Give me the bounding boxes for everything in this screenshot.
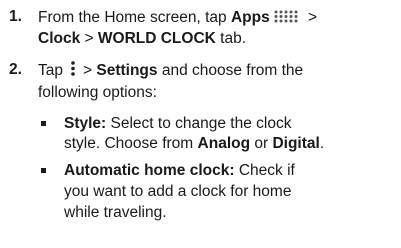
apps-label: Apps (230, 9, 270, 26)
step-1-line-2: Clock > WORLD CLOCK tab. (38, 29, 246, 48)
option-auto-line-3: while traveling. (64, 203, 167, 222)
option-style-line-1: Style: Select to change the clock (64, 114, 291, 133)
bullet (41, 168, 46, 173)
step-text: From the Home screen, tap (38, 9, 231, 26)
bullet (41, 121, 46, 126)
option-auto-line-1: Automatic home clock: Check if (64, 161, 295, 180)
option-text: or (250, 135, 273, 152)
option-text: while traveling. (64, 204, 167, 221)
settings-label: Settings (96, 62, 158, 79)
digital-label: Digital (272, 135, 320, 152)
separator: > (80, 30, 98, 47)
apps-grid-icon (274, 10, 298, 23)
step-number: 1. (9, 8, 22, 25)
vertical-dots-menu-icon (71, 61, 75, 77)
analog-label: Analog (197, 135, 251, 152)
step-2-line-1: Tap > Settings and choose from the (38, 61, 303, 80)
step-number: 2. (9, 61, 22, 78)
option-label: Automatic home clock: (64, 162, 235, 179)
option-text: Select to change the clock (106, 115, 292, 132)
step-1-line-1: From the Home screen, tap Apps > (38, 8, 317, 27)
separator: > (303, 9, 318, 26)
option-text: . (319, 135, 325, 152)
option-auto-line-2: you want to add a clock for home (64, 182, 291, 201)
option-label: Style: (64, 115, 107, 132)
step-2-line-2: following options: (38, 83, 157, 102)
step-text: following options: (38, 84, 157, 101)
option-text: style. Choose from (64, 135, 198, 152)
separator: > (83, 62, 97, 79)
world-clock-label: WORLD CLOCK (97, 30, 216, 47)
option-text: you want to add a clock for home (64, 183, 292, 200)
step-text: and choose from the (157, 62, 304, 79)
step-text: Tap (38, 62, 63, 79)
clock-label: Clock (38, 30, 81, 47)
option-text: Check if (234, 162, 295, 179)
option-style-line-2: style. Choose from Analog or Digital. (64, 134, 324, 153)
step-text: tab. (215, 30, 247, 47)
